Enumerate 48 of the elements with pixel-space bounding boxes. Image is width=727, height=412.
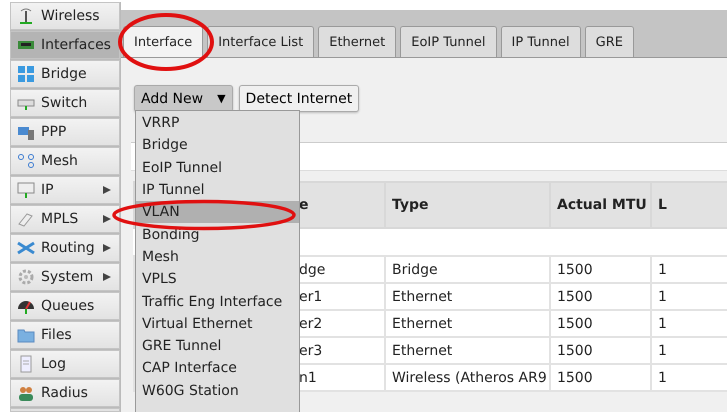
add-new-dropdown[interactable]: Add New ▼ [134, 85, 233, 112]
table-cell: 1500 [550, 364, 651, 391]
sidebar-item[interactable]: Switch [10, 89, 120, 117]
sidebar-item[interactable]: IP [10, 176, 120, 204]
sidebar-item[interactable]: Routing [10, 234, 120, 262]
gear-icon [17, 268, 35, 286]
table-cell: 1500 [550, 283, 651, 310]
sidebar-item[interactable]: Files [10, 321, 120, 349]
menu-item[interactable]: Bridge [136, 134, 299, 157]
tab[interactable]: GRE [584, 26, 634, 57]
tab[interactable]: Ethernet [318, 26, 396, 57]
tab[interactable]: IP Tunnel [500, 26, 581, 57]
sidebar-item[interactable]: MPLS [10, 205, 120, 233]
menu-item[interactable]: Virtual Ethernet [136, 312, 299, 335]
table-cell: 1500 [550, 337, 651, 364]
menu-item[interactable]: Traffic Eng Interface [136, 290, 299, 313]
menu-item[interactable]: GRE Tunnel [136, 334, 299, 358]
sidebar-item[interactable]: Interfaces [10, 31, 120, 59]
sidebar-item[interactable]: PPP [10, 118, 120, 146]
tab[interactable]: EoIP Tunnel [400, 26, 497, 57]
menu-item[interactable]: Bonding [136, 223, 299, 246]
monitor-icon [17, 181, 35, 199]
sidebar-item[interactable]: System [10, 263, 120, 291]
table-cell: Wireless (Atheros AR9 [384, 364, 550, 391]
sidebar-item[interactable]: Log [10, 350, 120, 378]
sidebar-item[interactable]: Wireless [10, 2, 120, 30]
table-cell: Ethernet [384, 283, 550, 310]
menu-item[interactable]: VRRP [136, 112, 299, 134]
nodes-icon [17, 152, 35, 170]
tab[interactable]: Interface [122, 26, 204, 57]
tab[interactable]: Interface List [207, 26, 314, 57]
column-header[interactable]: Actual MTU [550, 182, 651, 228]
table-cell: Ethernet [384, 310, 550, 337]
antenna-icon [17, 7, 35, 25]
table-cell: Ethernet [384, 337, 550, 364]
sidebar-item[interactable]: Radius [10, 379, 120, 407]
sidebar-item[interactable]: Queues [10, 292, 120, 320]
detect-internet-button[interactable]: Detect Internet [238, 85, 360, 112]
menu-item[interactable]: IP Tunnel [136, 178, 299, 202]
menu-item[interactable]: EoIP Tunnel [136, 156, 299, 179]
column-header[interactable]: L [650, 182, 727, 228]
sidebar-item[interactable]: Bridge [10, 60, 120, 88]
column-header[interactable]: Type [384, 182, 550, 228]
users-icon [17, 384, 35, 402]
sidebar-item[interactable]: Mesh [10, 147, 120, 175]
table-cell: 1500 [550, 256, 651, 283]
table-cell: 1500 [550, 310, 651, 337]
table-cell: Bridge [384, 256, 550, 283]
